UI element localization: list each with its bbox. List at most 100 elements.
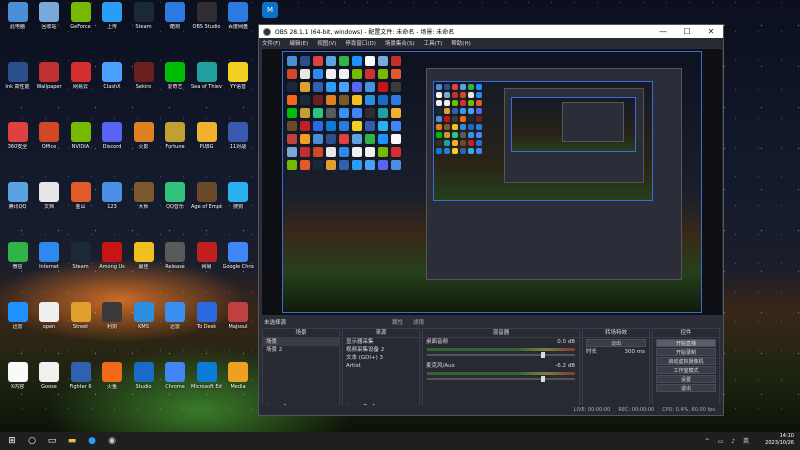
desktop-icon[interactable]: 文档 (34, 182, 65, 222)
close-button[interactable]: ✕ (699, 25, 723, 38)
desktop-icon[interactable]: 123 (97, 182, 128, 222)
desktop-icon[interactable]: Release (160, 242, 191, 282)
desktop-icon[interactable]: ClashX (97, 62, 128, 102)
studio-mode-button[interactable]: 工作室模式 (656, 366, 716, 374)
task-view-icon[interactable]: ▭ (44, 434, 60, 448)
desktop-icon[interactable]: 迅雷 (160, 302, 191, 342)
start-recording-button[interactable]: 开始录制 (656, 348, 716, 356)
desktop-icon[interactable]: X内容 (2, 362, 33, 402)
menu-file[interactable]: 文件(F) (262, 39, 280, 47)
start-streaming-button[interactable]: 开始直播 (656, 339, 716, 347)
menu-scene-collection[interactable]: 场景集合(S) (385, 39, 415, 47)
start-virtual-camera-button[interactable]: 启动虚拟摄像机 (656, 357, 716, 365)
desktop-icon[interactable]: 微信 (2, 242, 33, 282)
menu-help[interactable]: 帮助(H) (451, 39, 470, 47)
desktop-icon[interactable]: 大师 (128, 182, 159, 222)
desktop-icon[interactable]: Wallpaper (34, 62, 65, 102)
desktop-icon[interactable]: Internet (34, 242, 65, 282)
desktop-icon[interactable]: 火影 (128, 122, 159, 162)
desktop-icon[interactable]: Majsoul (223, 302, 254, 342)
file-explorer-icon[interactable]: ▬ (64, 434, 80, 448)
maximize-button[interactable]: ☐ (675, 25, 699, 38)
source-item[interactable]: Artist (343, 362, 419, 370)
scene-item[interactable]: 场景 2 (263, 346, 339, 354)
desktop-icon[interactable]: 利剑 (97, 302, 128, 342)
desktop-icon[interactable]: 360安全 (2, 122, 33, 162)
menu-tools[interactable]: 工具(T) (424, 39, 443, 47)
preview-canvas[interactable] (282, 51, 702, 313)
transition-type-select[interactable]: 淡出 (586, 339, 646, 347)
menu-edit[interactable]: 编辑(E) (289, 39, 308, 47)
desktop-icon[interactable]: 百度网盘 (223, 2, 254, 42)
desktop-icon[interactable]: Chrome (160, 362, 191, 402)
desktop-icon[interactable]: 上传 (97, 2, 128, 42)
desktop-icon[interactable]: KMS (128, 302, 159, 342)
mumu-icon[interactable]: M (262, 2, 278, 18)
desktop-icon[interactable]: Goose (34, 362, 65, 402)
filters-button[interactable]: 滤镜 (413, 318, 424, 326)
desktop-icon[interactable]: Ink 高性能 (2, 62, 33, 102)
desktop-icon[interactable]: Steam (128, 2, 159, 42)
desktop-icon[interactable]: Fighter 6 (65, 362, 96, 402)
desktop-icon[interactable]: NVIDIA (65, 122, 96, 162)
desktop-icon[interactable]: 迅雷 (2, 302, 33, 342)
properties-button[interactable]: 属性 (392, 318, 403, 326)
desktop-icon[interactable]: Age of Empires IV (191, 182, 222, 222)
volume-slider-knob[interactable] (541, 352, 545, 358)
duration-input[interactable]: 300 ms (625, 348, 645, 356)
obs-icon[interactable]: ◉ (104, 434, 120, 448)
minimize-button[interactable]: — (651, 25, 675, 38)
desktop-icon[interactable]: Microsoft Edge (191, 362, 222, 402)
desktop-icon[interactable]: 11对战 (223, 122, 254, 162)
obs-titlebar[interactable]: OBS 28.1.1 (64-bit, windows) - 配置文件: 未命名… (259, 25, 723, 38)
menu-docks[interactable]: 停靠窗口(D) (345, 39, 376, 47)
source-item[interactable]: 视频采集设备 2 (343, 346, 419, 354)
desktop-icon[interactable]: 此电脑 (2, 2, 33, 42)
desktop-icon[interactable]: 金山 (65, 182, 96, 222)
menu-view[interactable]: 视图(V) (317, 39, 336, 47)
desktop-icon[interactable]: Sea of Thieves (191, 62, 222, 102)
scene-item[interactable]: 场景 (263, 338, 339, 346)
desktop-icon[interactable]: open (34, 302, 65, 342)
desktop-icon[interactable]: To Desk (191, 302, 222, 342)
desktop-icon[interactable]: Discord (97, 122, 128, 162)
taskbar-clock[interactable]: 14:10 2023/10/26 (765, 433, 794, 447)
desktop-icon[interactable]: PUBG (191, 122, 222, 162)
desktop-icon[interactable]: 酷狗 (160, 2, 191, 42)
desktop-icon[interactable]: Office (34, 122, 65, 162)
obs-preview-area[interactable] (262, 49, 722, 315)
desktop-icon[interactable]: Among Us (97, 242, 128, 282)
desktop-icon[interactable]: Media (223, 362, 254, 402)
source-item[interactable]: 文本 (GDI+) 3 (343, 354, 419, 362)
volume-slider-knob[interactable] (541, 376, 545, 382)
desktop-icon[interactable]: Sekiro (128, 62, 159, 102)
desktop-icon[interactable]: Street (65, 302, 96, 342)
desktop-icon[interactable]: QQ音乐 (160, 182, 191, 222)
volume-slider[interactable] (427, 376, 575, 382)
desktop-icon[interactable]: GeForce (65, 2, 96, 42)
desktop-icon[interactable]: 火鱼 (97, 362, 128, 402)
system-tray-icons[interactable]: ^ ▭ ♪ 英 (705, 436, 752, 445)
desktop-icon[interactable]: 最佳 (128, 242, 159, 282)
desktop-icon[interactable]: 腾讯QQ (2, 182, 33, 222)
obs-window[interactable]: OBS 28.1.1 (64-bit, windows) - 配置文件: 未命名… (258, 24, 724, 416)
edge-icon[interactable]: ● (84, 434, 100, 448)
desktop-icon[interactable]: Studio (128, 362, 159, 402)
desktop-icon[interactable]: Steam (65, 242, 96, 282)
exit-button[interactable]: 退出 (656, 384, 716, 392)
settings-button[interactable]: 设置 (656, 375, 716, 383)
desktop-icon[interactable]: 回收站 (34, 2, 65, 42)
search-icon[interactable]: ○ (24, 434, 40, 448)
desktop-icon[interactable]: 网易 (191, 242, 222, 282)
input-language[interactable]: 英 (743, 438, 752, 445)
windows-icon[interactable]: ⊞ (4, 434, 20, 448)
desktop-icon[interactable]: OBS Studio (191, 2, 222, 42)
volume-slider[interactable] (427, 352, 575, 358)
desktop-icon[interactable]: 网易云 (65, 62, 96, 102)
desktop-icon[interactable]: Fortune (160, 122, 191, 162)
desktop-icon[interactable]: 爱奇艺 (160, 62, 191, 102)
desktop-icon[interactable]: Google Chrome (223, 242, 254, 282)
desktop-icon[interactable]: YY语音 (223, 62, 254, 102)
desktop-icon[interactable]: 搜狗 (223, 182, 254, 222)
source-item[interactable]: 显示器采集 (343, 338, 419, 346)
